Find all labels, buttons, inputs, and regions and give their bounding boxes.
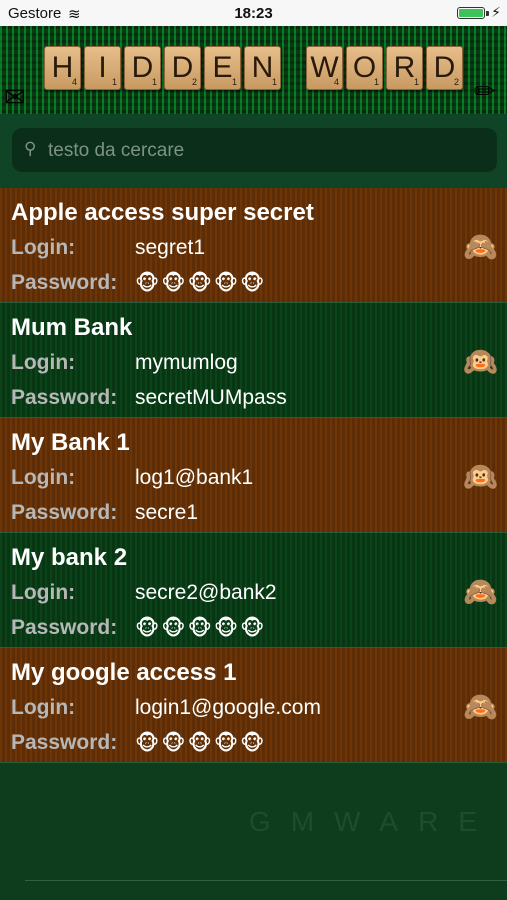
charging-icon: ⚡ — [491, 4, 501, 20]
entry-title: Mum Bank — [11, 314, 133, 341]
list-item[interactable]: My Bank 1 Login: log1@bank1 Password: se… — [0, 418, 507, 533]
list-item[interactable]: Apple access super secret Login: segret1… — [0, 188, 507, 303]
login-label: Login: — [11, 581, 76, 604]
password-value: secretMUMpass — [135, 386, 287, 409]
watermark-logo: GMWARE — [248, 806, 497, 837]
list-item[interactable]: Mum Bank Login: mymumlog Password: secre… — [0, 303, 507, 418]
login-value: secre2@bank2 — [135, 581, 277, 604]
search-icon: ⚲ — [24, 139, 37, 158]
login-value: segret1 — [135, 236, 206, 259]
search-input[interactable] — [46, 128, 490, 174]
see-no-evil-monkey-icon[interactable]: 🙈 — [463, 575, 498, 608]
see-no-evil-monkey-icon[interactable]: 🙈 — [463, 690, 498, 723]
entry-title: My google access 1 — [11, 659, 237, 686]
logo-tile: D2 — [164, 46, 201, 90]
login-value: mymumlog — [135, 351, 238, 374]
app-header: H4 I1 D1 D2 E1 N1 W4 O1 R1 D2 ✉ ✏ — [0, 26, 507, 114]
password-value: 🐵🐵🐵🐵🐵 — [135, 732, 267, 755]
login-label: Login: — [11, 351, 76, 374]
logo-word-word: W4 O1 R1 D2 — [306, 46, 463, 90]
logo-tile: R1 — [386, 46, 423, 90]
logo-tile: O1 — [346, 46, 383, 90]
search-bar: ⚲ — [0, 114, 507, 188]
password-label: Password: — [11, 501, 118, 524]
password-label: Password: — [11, 731, 118, 754]
login-value: log1@bank1 — [135, 466, 254, 489]
password-label: Password: — [11, 386, 118, 409]
status-bar: Gestore ≋ 18:23 ⚡ — [0, 0, 507, 26]
logo-tile: D1 — [124, 46, 161, 90]
battery-icon — [457, 7, 485, 19]
password-value: secre1 — [135, 501, 199, 524]
password-value: 🐵🐵🐵🐵🐵 — [135, 617, 267, 640]
logo-tile: I1 — [84, 46, 121, 90]
hear-no-evil-monkey-icon[interactable]: 🙉 — [463, 460, 498, 493]
password-value: 🐵🐵🐵🐵🐵 — [135, 272, 267, 295]
entry-title: My Bank 1 — [11, 429, 130, 456]
logo-tile: N1 — [244, 46, 281, 90]
password-label: Password: — [11, 616, 118, 639]
logo-word-hidden: H4 I1 D1 D2 E1 N1 — [44, 46, 281, 90]
list-item[interactable]: My google access 1 Login: login1@google.… — [0, 648, 507, 763]
logo-tile: W4 — [306, 46, 343, 90]
login-label: Login: — [11, 466, 76, 489]
clock: 18:23 — [234, 5, 273, 22]
battery-tip — [486, 11, 489, 16]
envelope-icon[interactable]: ✉ — [4, 82, 26, 113]
list-item[interactable]: My bank 2 Login: secre2@bank2 Password: … — [0, 533, 507, 648]
logo-tile: E1 — [204, 46, 241, 90]
login-value: login1@google.com — [135, 696, 321, 719]
hear-no-evil-monkey-icon[interactable]: 🙉 — [463, 345, 498, 378]
logo-tile: D2 — [426, 46, 463, 90]
entry-title: My bank 2 — [11, 544, 128, 571]
login-label: Login: — [11, 236, 76, 259]
login-label: Login: — [11, 696, 76, 719]
password-label: Password: — [11, 271, 118, 294]
divider — [25, 880, 507, 881]
logo-tile: H4 — [44, 46, 81, 90]
search-field-container[interactable]: ⚲ — [12, 128, 497, 174]
see-no-evil-monkey-icon[interactable]: 🙈 — [463, 230, 498, 263]
pencil-edit-icon[interactable]: ✏ — [474, 76, 496, 107]
entry-title: Apple access super secret — [11, 199, 314, 226]
password-list: Apple access super secret Login: segret1… — [0, 188, 507, 763]
